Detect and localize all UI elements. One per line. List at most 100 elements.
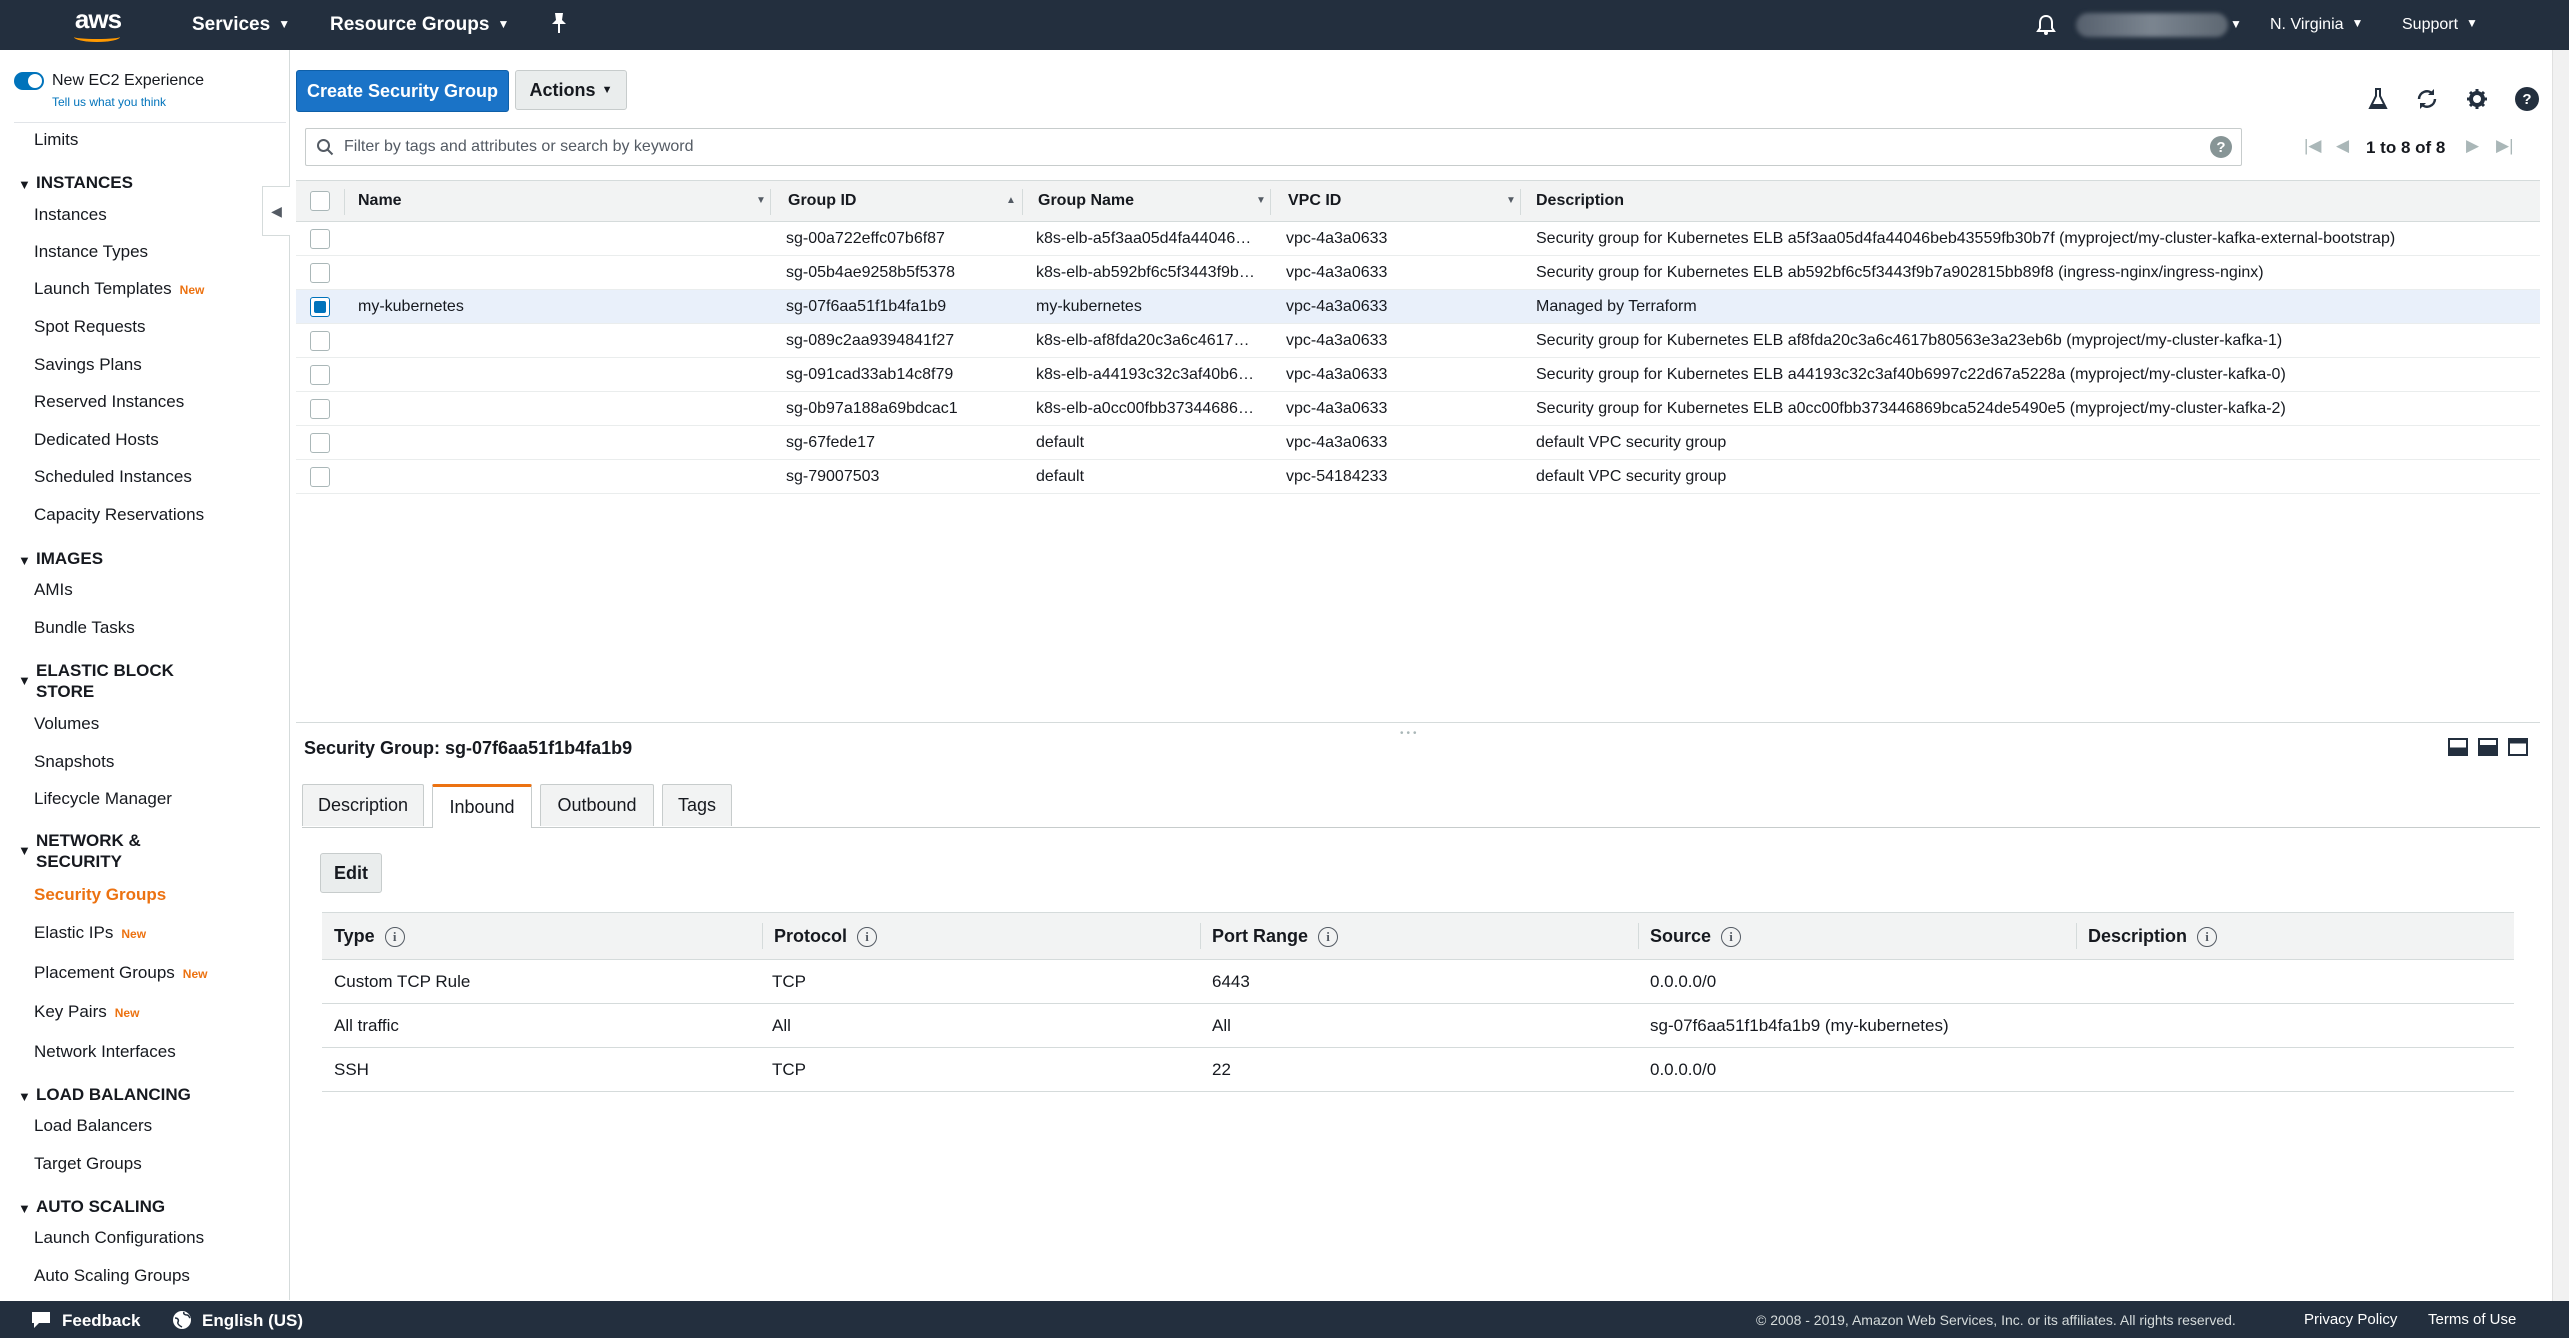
info-icon[interactable]: i [1721,926,1742,947]
pane-splitter[interactable] [296,722,2540,723]
terms-of-use-link[interactable]: Terms of Use [2428,1311,2516,1328]
feedback-link[interactable]: Feedback [30,1310,140,1331]
flask-icon[interactable] [2365,86,2391,112]
first-page-icon[interactable]: |◀ [2304,136,2322,156]
sidebar-item-savings-plans[interactable]: Savings Plans [34,355,142,375]
account-name-blurred[interactable] [2076,13,2228,37]
sidebar-item-spot-requests[interactable]: Spot Requests [34,317,146,337]
sidebar-item-lifecycle-manager[interactable]: Lifecycle Manager [34,789,172,809]
layout-maximize-icon[interactable] [2508,738,2528,756]
resource-groups-menu[interactable]: Resource Groups ▼ [330,14,509,36]
tab-tags[interactable]: Tags [662,784,732,826]
sidebar-item-reserved-instances[interactable]: Reserved Instances [34,392,184,412]
sidebar-section-images[interactable]: ▼ IMAGES [18,548,103,569]
privacy-policy-link[interactable]: Privacy Policy [2304,1311,2397,1328]
row-checkbox[interactable] [310,263,330,283]
layout-split-icon[interactable] [2478,738,2498,756]
tab-description[interactable]: Description [302,784,424,826]
info-icon[interactable]: i [2197,926,2218,947]
support-menu[interactable]: Support ▼ [2402,16,2478,34]
table-row[interactable]: sg-67fede17 default vpc-4a3a0633 default… [296,426,2540,460]
previous-page-icon[interactable]: ◀ [2336,136,2349,156]
splitter-grip-icon[interactable]: ••• [1400,728,1420,739]
sidebar-item-elastic-ips[interactable]: Elastic IPs New [34,923,146,943]
sidebar-item-target-groups[interactable]: Target Groups [34,1154,142,1174]
sidebar-item-key-pairs[interactable]: Key Pairs New [34,1002,139,1022]
sidebar-section-elastic-block-store[interactable]: ▼ ELASTIC BLOCK STORE [18,660,174,702]
filter-input[interactable] [344,133,2164,161]
sidebar-item-placement-groups[interactable]: Placement Groups New [34,963,207,983]
filter-help-icon[interactable]: ? [2210,136,2232,158]
chevron-down-icon[interactable]: ▼ [2230,14,2242,36]
row-checkbox[interactable] [310,331,330,351]
sidebar-item-launch-configurations[interactable]: Launch Configurations [34,1228,204,1248]
layout-bottom-icon[interactable] [2448,738,2468,756]
pin-icon[interactable] [550,12,568,40]
sort-caret-icon[interactable]: ▼ [1256,195,1266,206]
table-row[interactable]: sg-05b4ae9258b5f5378 k8s-elb-ab592bf6c5f… [296,256,2540,290]
row-checkbox[interactable] [310,467,330,487]
sidebar-section-load-balancing[interactable]: ▼ LOAD BALANCING [18,1084,191,1105]
gear-icon[interactable] [2464,86,2490,112]
column-header-group-id[interactable]: Group ID [788,192,856,210]
sidebar-item-launch-templates[interactable]: Launch Templates New [34,279,204,299]
sidebar-item-amis[interactable]: AMIs [34,580,73,600]
info-icon[interactable]: i [857,926,878,947]
sidebar-item-volumes[interactable]: Volumes [34,714,99,734]
language-selector[interactable]: English (US) [172,1310,303,1331]
create-security-group-button[interactable]: Create Security Group [296,70,509,112]
sidebar-item-security-groups[interactable]: Security Groups [34,885,166,905]
sidebar-item-instance-types[interactable]: Instance Types [34,242,148,262]
column-header-group-name[interactable]: Group Name [1038,192,1134,210]
info-icon[interactable]: i [1318,926,1339,947]
sidebar-section-auto-scaling[interactable]: ▼ AUTO SCALING [18,1196,165,1217]
sort-caret-icon[interactable]: ▼ [1506,195,1516,206]
aws-logo[interactable]: aws [70,6,126,44]
row-checkbox[interactable] [310,365,330,385]
table-row[interactable]: sg-089c2aa9394841f27 k8s-elb-af8fda20c3a… [296,324,2540,358]
new-ec2-experience-toggle[interactable] [14,72,44,90]
sidebar-item-capacity-reservations[interactable]: Capacity Reservations [34,505,204,525]
sort-ascending-icon[interactable]: ▲ [1006,195,1016,206]
column-header-vpc-id[interactable]: VPC ID [1288,192,1341,210]
row-checkbox[interactable] [310,433,330,453]
table-row[interactable]: sg-0b97a188a69bdcac1 k8s-elb-a0cc00fbb37… [296,392,2540,426]
services-menu[interactable]: Services ▼ [192,14,290,36]
sidebar-item-bundle-tasks[interactable]: Bundle Tasks [34,618,135,638]
sidebar-item-network-interfaces[interactable]: Network Interfaces [34,1042,176,1062]
sidebar-collapse-button[interactable]: ◀ [262,186,290,236]
row-checkbox[interactable] [310,399,330,419]
sidebar-item-auto-scaling-groups[interactable]: Auto Scaling Groups [34,1266,190,1286]
page-scrollbar[interactable] [2552,50,2569,1301]
tab-outbound[interactable]: Outbound [540,784,654,826]
sidebar-item-snapshots[interactable]: Snapshots [34,752,114,772]
sidebar-item-limits[interactable]: Limits [34,130,78,150]
next-page-icon[interactable]: ▶ [2466,136,2479,156]
sidebar-section-network-security[interactable]: ▼ NETWORK & SECURITY [18,830,141,872]
edit-rules-button[interactable]: Edit [320,853,382,893]
help-icon[interactable]: ? [2514,86,2540,112]
bell-icon[interactable] [2036,14,2056,42]
row-checkbox[interactable] [310,229,330,249]
column-header-description[interactable]: Description [1536,192,1624,210]
tab-inbound[interactable]: Inbound [432,784,532,828]
region-selector[interactable]: N. Virginia ▼ [2270,16,2363,34]
table-row[interactable]: sg-79007503 default vpc-54184233 default… [296,460,2540,494]
feedback-link[interactable]: Tell us what you think [52,95,166,109]
column-header-name[interactable]: Name [358,192,402,210]
last-page-icon[interactable]: ▶| [2496,136,2514,156]
sidebar-item-instances[interactable]: Instances [34,205,107,225]
table-row[interactable]: sg-00a722effc07b6f87 k8s-elb-a5f3aa05d4f… [296,222,2540,256]
sort-caret-icon[interactable]: ▼ [756,195,766,206]
sidebar-item-dedicated-hosts[interactable]: Dedicated Hosts [34,430,159,450]
table-row[interactable]: sg-091cad33ab14c8f79 k8s-elb-a44193c32c3… [296,358,2540,392]
sidebar-item-scheduled-instances[interactable]: Scheduled Instances [34,467,192,487]
actions-dropdown-button[interactable]: Actions ▼ [515,70,627,110]
sidebar-section-instances[interactable]: ▼ INSTANCES [18,172,133,193]
sidebar-item-load-balancers[interactable]: Load Balancers [34,1116,152,1136]
select-all-checkbox[interactable] [310,191,330,211]
info-icon[interactable]: i [384,926,405,947]
row-checkbox-checked[interactable] [310,297,330,317]
table-row-selected[interactable]: my-kubernetes sg-07f6aa51f1b4fa1b9 my-ku… [296,290,2540,324]
refresh-icon[interactable] [2414,86,2440,112]
